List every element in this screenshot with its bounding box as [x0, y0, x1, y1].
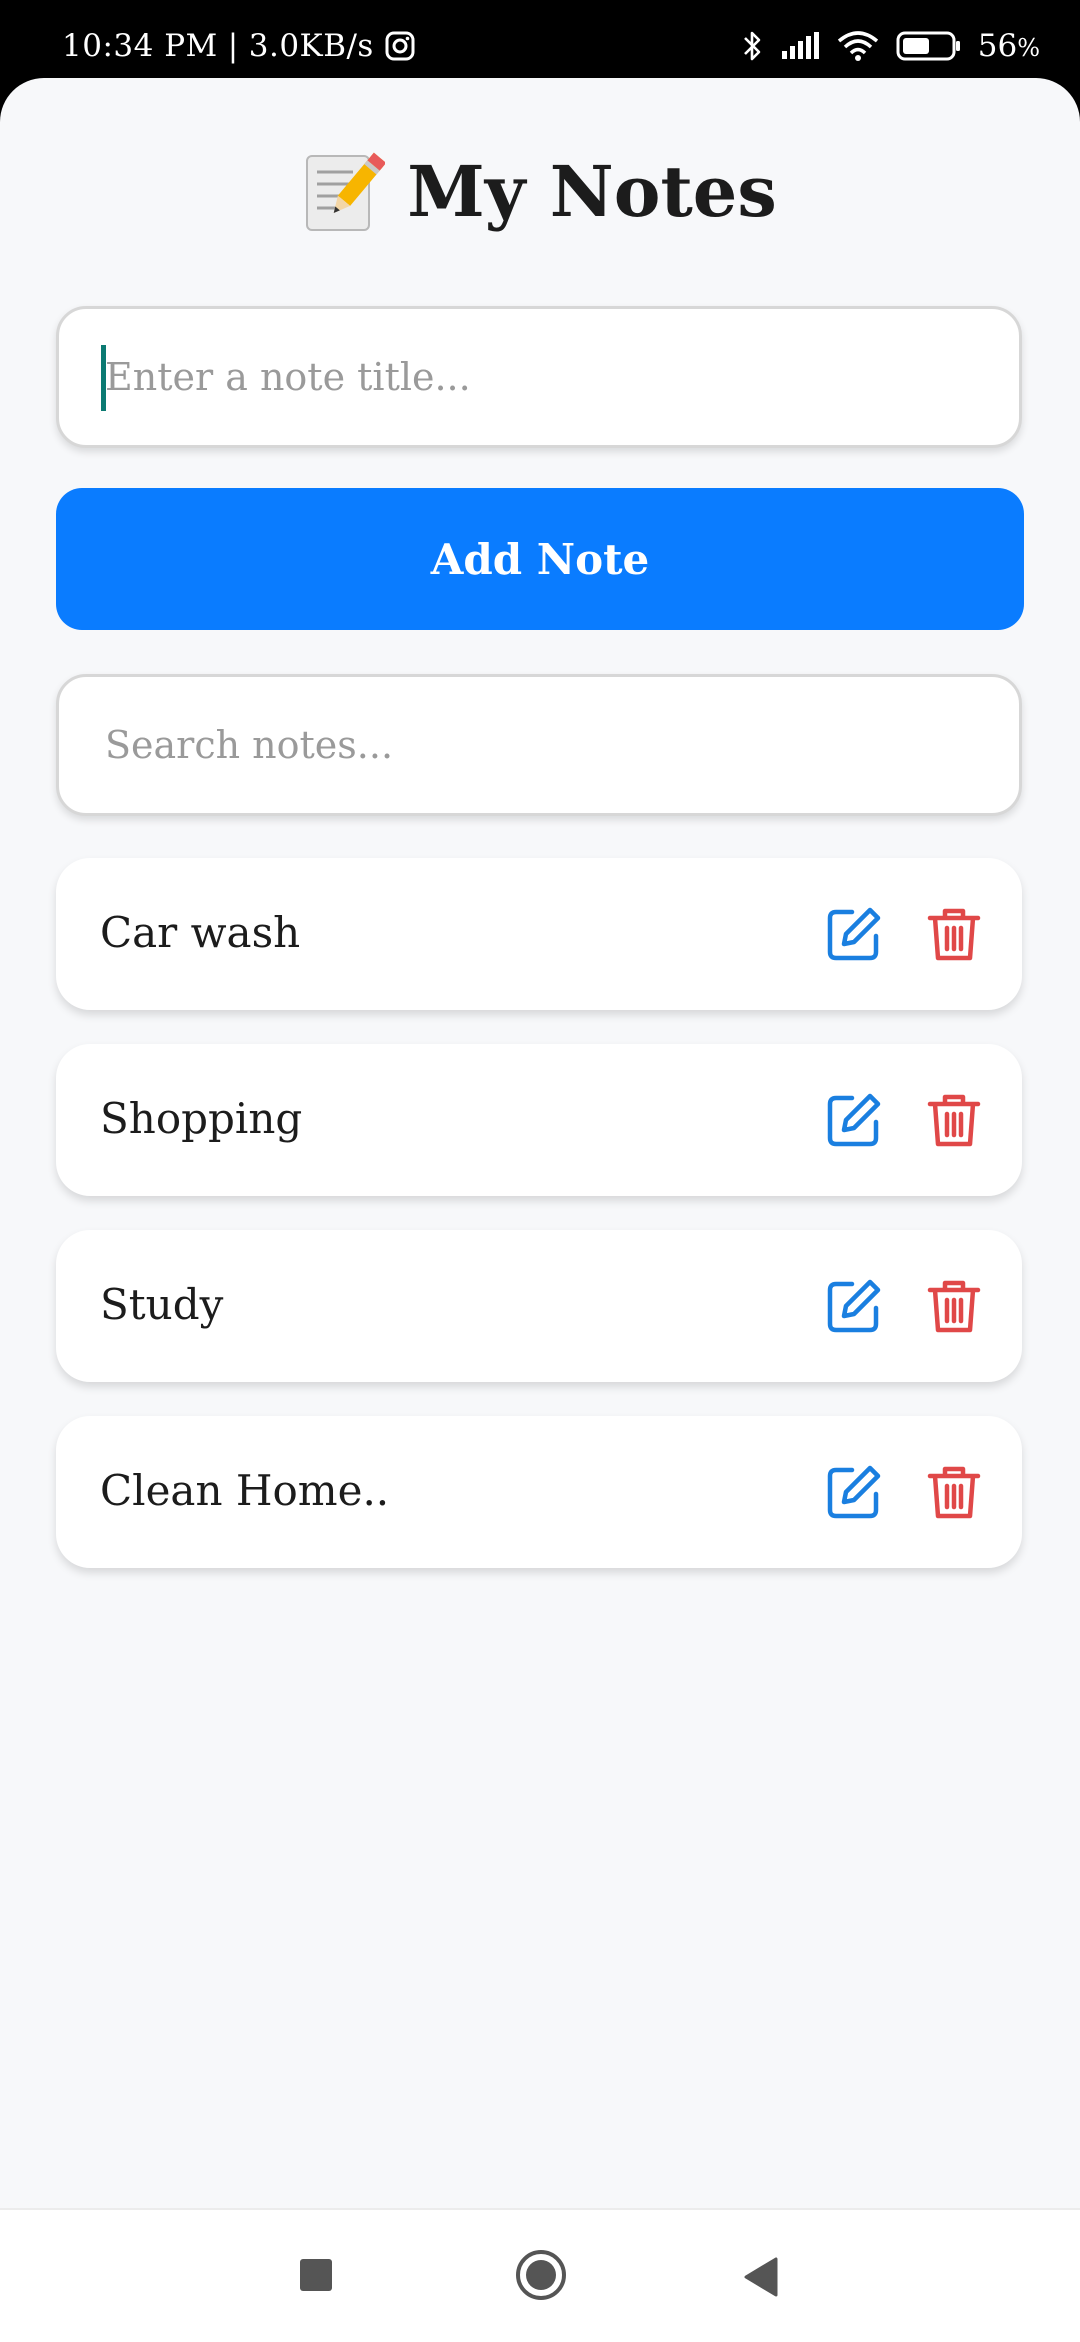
instagram-icon	[384, 30, 416, 62]
status-right: 56%	[740, 28, 1040, 64]
add-note-button[interactable]: Add Note	[56, 488, 1024, 630]
edit-icon[interactable]	[824, 904, 884, 964]
text-caret	[101, 345, 106, 411]
trash-icon[interactable]	[924, 1276, 984, 1336]
header: My Notes	[0, 148, 1080, 234]
recents-square-icon[interactable]	[300, 2259, 332, 2291]
status-left: 10:34 PM | 3.0KB/s	[62, 28, 416, 64]
note-item[interactable]: Clean Home..	[56, 1416, 1022, 1568]
wifi-icon	[836, 29, 880, 63]
note-item[interactable]: Shopping	[56, 1044, 1022, 1196]
note-title: Shopping	[100, 1094, 303, 1143]
status-divider: |	[227, 28, 239, 64]
trash-icon[interactable]	[924, 904, 984, 964]
note-title: Clean Home..	[100, 1466, 390, 1515]
trash-icon[interactable]	[924, 1462, 984, 1522]
edit-icon[interactable]	[824, 1090, 884, 1150]
trash-icon[interactable]	[924, 1090, 984, 1150]
edit-icon[interactable]	[824, 1276, 884, 1336]
note-title: Study	[100, 1280, 224, 1329]
note-item[interactable]: Car wash	[56, 858, 1022, 1010]
search-field[interactable]	[56, 674, 1022, 816]
memo-pencil-icon	[303, 148, 387, 234]
bluetooth-icon	[740, 28, 764, 64]
search-input[interactable]	[103, 722, 967, 768]
back-triangle-icon[interactable]	[742, 2256, 780, 2298]
navigation-bar	[0, 2208, 1080, 2342]
status-network-speed: 3.0KB/s	[248, 28, 374, 64]
status-time: 10:34 PM	[62, 28, 218, 64]
edit-icon[interactable]	[824, 1462, 884, 1522]
note-title: Car wash	[100, 908, 301, 957]
note-title-field[interactable]	[56, 306, 1022, 448]
note-title-input[interactable]	[103, 354, 967, 400]
home-circle-icon[interactable]	[514, 2248, 568, 2302]
signal-icon	[780, 31, 820, 61]
note-item[interactable]: Study	[56, 1230, 1022, 1382]
battery-icon	[896, 30, 962, 62]
app-screen: My Notes Add Note Car wash Shopping Stud…	[0, 78, 1080, 2208]
page-title: My Notes	[407, 149, 777, 233]
battery-percent: 56%	[977, 28, 1040, 64]
